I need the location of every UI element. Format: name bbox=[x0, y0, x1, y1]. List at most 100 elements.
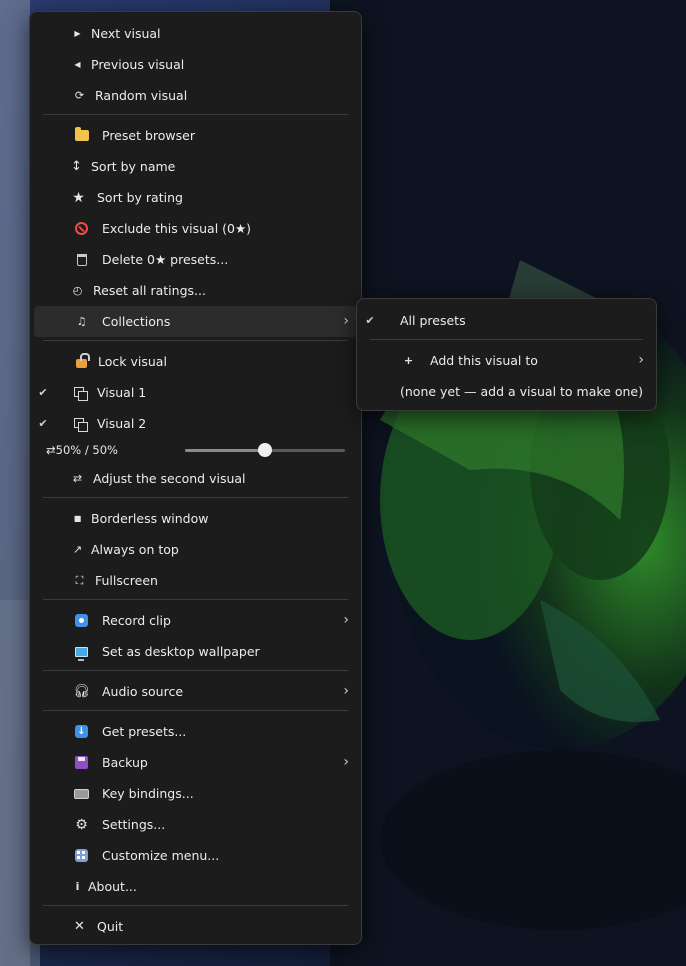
get-presets-label: Get presets... bbox=[102, 724, 187, 739]
set-wallpaper-label: Set as desktop wallpaper bbox=[102, 644, 260, 659]
adjust-second-item[interactable]: ⇄ Adjust the second visual bbox=[34, 463, 357, 494]
chevron-right-icon: › bbox=[638, 352, 644, 368]
audio-source-label: Audio source bbox=[102, 684, 184, 699]
collections-item[interactable]: ♫ Collections › bbox=[34, 306, 357, 337]
no-entry-icon bbox=[74, 221, 89, 236]
sort-by-rating-item[interactable]: ★ Sort by rating bbox=[34, 182, 357, 213]
separator bbox=[43, 340, 348, 341]
exclude-visual-item[interactable]: Exclude this visual (0★) bbox=[34, 213, 357, 244]
fullscreen-label: Fullscreen bbox=[95, 573, 158, 588]
get-presets-item[interactable]: ↓ Get presets... bbox=[34, 716, 357, 747]
swap-icon: ⇄ bbox=[72, 472, 83, 485]
random-visual-item[interactable]: ⟳ Random visual bbox=[34, 80, 357, 111]
add-visual-to-label: Add this visual to bbox=[430, 353, 538, 368]
mix-slider-fill bbox=[185, 449, 265, 452]
previous-visual-item[interactable]: ◀ Previous visual bbox=[34, 49, 357, 80]
reset-ratings-label: Reset all ratings... bbox=[93, 283, 206, 298]
preset-browser-item[interactable]: Preset browser bbox=[34, 120, 357, 151]
visual-2-label: Visual 2 bbox=[97, 416, 147, 431]
lock-visual-item[interactable]: Lock visual bbox=[34, 346, 357, 377]
delete-presets-item[interactable]: Delete 0★ presets... bbox=[34, 244, 357, 275]
separator bbox=[43, 905, 348, 906]
keyboard-icon bbox=[74, 786, 89, 801]
borderless-item[interactable]: ■ Borderless window bbox=[34, 503, 357, 534]
adjust-second-label: Adjust the second visual bbox=[93, 471, 246, 486]
monitor-icon bbox=[74, 644, 89, 661]
music-note-icon: ♫ bbox=[76, 315, 87, 328]
customize-menu-item[interactable]: Customize menu... bbox=[34, 840, 357, 871]
play-icon: ▶ bbox=[74, 28, 81, 38]
reset-ratings-item[interactable]: ◴ Reset all ratings... bbox=[34, 275, 357, 306]
gear-icon: ⚙ bbox=[75, 816, 88, 833]
updown-arrow-icon: ↕ bbox=[71, 159, 82, 174]
grid-icon bbox=[74, 848, 89, 863]
windows-icon bbox=[72, 416, 88, 432]
back-icon: ◀ bbox=[74, 59, 81, 69]
random-visual-label: Random visual bbox=[95, 88, 188, 103]
backup-label: Backup bbox=[102, 755, 148, 770]
always-on-top-item[interactable]: ↗ Always on top bbox=[34, 534, 357, 565]
separator bbox=[43, 670, 348, 671]
set-wallpaper-item[interactable]: Set as desktop wallpaper bbox=[34, 636, 357, 667]
key-bindings-item[interactable]: Key bindings... bbox=[34, 778, 357, 809]
settings-item[interactable]: ⚙ Settings... bbox=[34, 809, 357, 840]
customize-menu-label: Customize menu... bbox=[102, 848, 220, 863]
fullscreen-item[interactable]: ⛶ Fullscreen bbox=[34, 565, 357, 596]
separator bbox=[43, 599, 348, 600]
chevron-right-icon: › bbox=[343, 754, 349, 770]
audio-source-item[interactable]: 🎧︎ Audio source › bbox=[34, 676, 357, 707]
delete-presets-label: Delete 0★ presets... bbox=[102, 252, 229, 267]
all-presets-item[interactable]: ✔ All presets bbox=[361, 305, 652, 336]
mix-slider-row: ⇄50% / 50% bbox=[34, 437, 357, 463]
pin-icon: ↗ bbox=[72, 543, 83, 556]
chevron-right-icon: › bbox=[343, 313, 349, 329]
sort-by-rating-label: Sort by rating bbox=[97, 190, 183, 205]
exclude-visual-label: Exclude this visual (0★) bbox=[102, 221, 252, 236]
timer-icon: ◴ bbox=[72, 284, 83, 297]
floppy-icon bbox=[74, 755, 89, 770]
chevron-right-icon: › bbox=[343, 612, 349, 628]
no-collections-label: (none yet — add a visual to make one) bbox=[400, 384, 643, 399]
preset-browser-label: Preset browser bbox=[102, 128, 195, 143]
borderless-label: Borderless window bbox=[91, 511, 209, 526]
backup-item[interactable]: Backup › bbox=[34, 747, 357, 778]
add-visual-to-item[interactable]: + Add this visual to › bbox=[361, 345, 652, 376]
separator bbox=[370, 339, 643, 340]
trash-icon bbox=[74, 252, 89, 267]
visual-1-item[interactable]: ✔ Visual 1 bbox=[34, 377, 357, 408]
mix-readout: ⇄50% / 50% bbox=[46, 437, 118, 463]
download-icon: ↓ bbox=[74, 724, 89, 739]
expand-icon: ⛶ bbox=[75, 574, 84, 587]
settings-label: Settings... bbox=[102, 817, 166, 832]
headphones-icon: 🎧︎ bbox=[73, 684, 90, 699]
mix-value: 50% / 50% bbox=[55, 443, 118, 457]
previous-visual-label: Previous visual bbox=[91, 57, 185, 72]
chevron-right-icon: › bbox=[343, 683, 349, 699]
all-presets-label: All presets bbox=[400, 313, 466, 328]
checkmark-icon: ✔ bbox=[365, 314, 375, 327]
visual-2-item[interactable]: ✔ Visual 2 bbox=[34, 408, 357, 439]
quit-label: Quit bbox=[97, 919, 124, 934]
quit-item[interactable]: ✕ Quit bbox=[34, 911, 357, 942]
record-clip-item[interactable]: Record clip › bbox=[34, 605, 357, 636]
key-bindings-label: Key bindings... bbox=[102, 786, 194, 801]
collections-submenu: ✔ All presets + Add this visual to › (no… bbox=[356, 298, 657, 411]
about-item[interactable]: i About... bbox=[34, 871, 357, 902]
lock-visual-label: Lock visual bbox=[98, 354, 167, 369]
next-visual-label: Next visual bbox=[91, 26, 161, 41]
context-menu: ▶ Next visual ◀ Previous visual ⟳ Random… bbox=[29, 11, 362, 945]
checkmark-icon: ✔ bbox=[38, 417, 48, 430]
mix-slider-thumb[interactable] bbox=[258, 443, 272, 457]
windows-icon bbox=[72, 385, 88, 401]
plus-icon: + bbox=[403, 354, 414, 367]
close-icon: ✕ bbox=[74, 919, 85, 934]
sort-by-name-item[interactable]: ↕ Sort by name bbox=[34, 151, 357, 182]
refresh-icon: ⟳ bbox=[74, 89, 85, 102]
star-icon: ★ bbox=[72, 189, 85, 206]
separator bbox=[43, 114, 348, 115]
record-clip-label: Record clip bbox=[102, 613, 171, 628]
visual-1-label: Visual 1 bbox=[97, 385, 147, 400]
info-icon: i bbox=[75, 880, 80, 893]
lock-icon bbox=[74, 353, 90, 369]
next-visual-item[interactable]: ▶ Next visual bbox=[34, 18, 357, 49]
